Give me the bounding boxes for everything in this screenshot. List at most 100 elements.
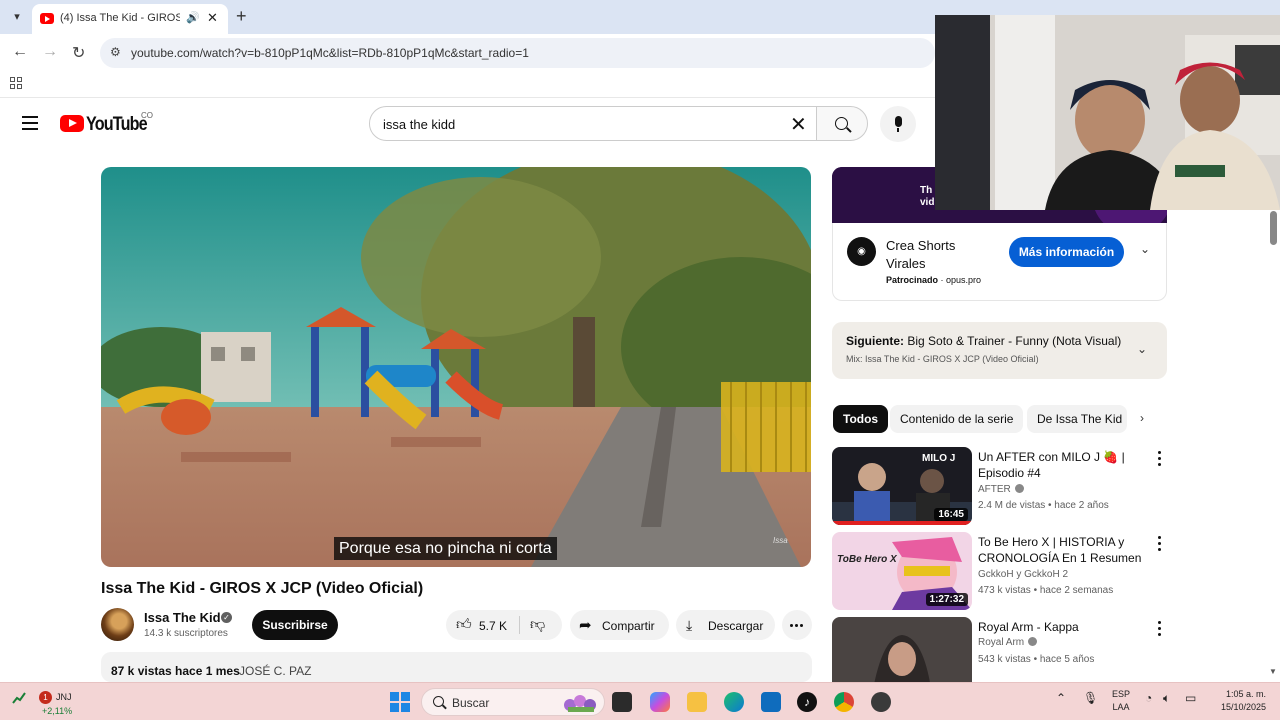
back-icon[interactable]: ←: [12, 43, 28, 61]
channel-name[interactable]: Issa The Kid: [144, 610, 221, 625]
next-label: Siguiente:: [846, 334, 905, 348]
ad-cta-button[interactable]: Más información: [1009, 237, 1124, 267]
subscriber-count: 14.3 k suscriptores: [144, 628, 228, 639]
search-icon: [835, 117, 848, 130]
language-indicator[interactable]: ESP LAA: [1112, 688, 1130, 714]
new-tab-icon[interactable]: +: [236, 6, 247, 27]
mic-icon[interactable]: 🎙︎: [1083, 691, 1098, 705]
chip-series[interactable]: Contenido de la serie: [890, 405, 1024, 433]
sponsored-label: Patrocinado: [886, 275, 939, 285]
ad-card[interactable]: ◉ Crea Shorts Virales Patrocinado · opus…: [832, 223, 1167, 301]
stock-widget[interactable]: 1 JNJ +2,11%: [12, 687, 82, 717]
scroll-down-icon[interactable]: ▼: [1269, 667, 1277, 676]
list-item[interactable]: MILO J 16:45 Un AFTER con MILO J 🍓 | Epi…: [832, 447, 1172, 525]
youtube-wordmark[interactable]: YouTube: [86, 114, 148, 136]
channel-avatar[interactable]: [101, 608, 134, 641]
task-view-icon[interactable]: [612, 692, 632, 712]
system-clock[interactable]: 1:05 a. m. 15/10/2025: [1212, 688, 1266, 714]
subscribe-button[interactable]: Suscribirse: [252, 610, 338, 640]
share-label: Compartir: [602, 619, 655, 633]
like-count[interactable]: 5.7 K: [479, 619, 507, 633]
webcam-image: [935, 15, 1280, 210]
more-icon[interactable]: [1158, 621, 1162, 639]
page-scrollbar[interactable]: ▲ ▼: [1268, 167, 1280, 682]
url-text[interactable]: youtube.com/watch?v=b-810pP1qMc&list=RDb…: [131, 46, 529, 60]
video-subtitle: Porque esa no pincha ni corta: [334, 537, 557, 560]
share-button[interactable]: ➦ Compartir: [570, 610, 669, 640]
video-thumbnail[interactable]: [832, 617, 972, 682]
app-icon[interactable]: [871, 692, 891, 712]
description-box[interactable]: 87 k vistas hace 1 mes JOSÉ C. PAZ: [101, 652, 812, 682]
search-value[interactable]: issa the kidd: [383, 117, 455, 132]
video-player[interactable]: Issa: [101, 167, 811, 567]
like-icon[interactable]: 👍︎: [456, 616, 472, 634]
clear-icon[interactable]: ✕: [790, 112, 807, 137]
voice-search-button[interactable]: [880, 106, 916, 142]
apps-icon[interactable]: [10, 77, 22, 89]
tune-icon[interactable]: ⚙: [110, 45, 121, 59]
close-icon[interactable]: ✕: [207, 10, 218, 26]
thumb-text: MILO J: [922, 453, 956, 464]
chip-todos[interactable]: Todos: [833, 405, 889, 433]
scrollbar-thumb[interactable]: [1270, 211, 1277, 245]
more-icon[interactable]: [1158, 451, 1162, 469]
more-icon[interactable]: [782, 610, 812, 640]
rec-channel[interactable]: Royal Arm: [978, 637, 1024, 648]
share-icon: ➦: [579, 617, 592, 634]
rec-channel[interactable]: GckkoH y GckkoH 2: [978, 569, 1068, 580]
volume-icon[interactable]: 🔈︎: [1163, 691, 1170, 706]
download-icon: ⤓: [686, 617, 693, 633]
menu-icon[interactable]: [22, 116, 38, 134]
list-item[interactable]: Royal Arm - Kappa Royal Arm 543 k vistas…: [832, 617, 1172, 682]
chrome-icon[interactable]: [834, 692, 854, 712]
lang-top: ESP: [1112, 689, 1131, 699]
windows-taskbar: 1 JNJ +2,11% Buscar ♪ ⌃ 🎙︎ ESP LAA ◔ 🔈︎ …: [0, 682, 1280, 720]
tab-title: (4) Issa The Kid - GIROS X JCP: [60, 12, 180, 24]
taskbar-search[interactable]: Buscar: [421, 688, 605, 716]
download-button[interactable]: ⤓ Descargar: [676, 610, 775, 640]
location-tag[interactable]: JOSÉ C. PAZ: [239, 664, 311, 678]
audio-icon[interactable]: 🔊: [186, 11, 200, 24]
rec-title[interactable]: Un AFTER con MILO J 🍓 | Episodio #4: [978, 449, 1146, 481]
rec-meta: 543 k vistas • hace 5 años: [978, 654, 1095, 665]
chevron-down-icon[interactable]: ⌄: [1137, 342, 1147, 356]
search-button[interactable]: [816, 106, 868, 141]
chevron-right-icon[interactable]: ›: [1140, 411, 1144, 425]
search-input[interactable]: issa the kidd ✕: [369, 106, 817, 141]
chevron-down-icon[interactable]: ⌄: [1140, 242, 1150, 256]
file-explorer-icon[interactable]: [687, 692, 707, 712]
ad-sponsor-line: Patrocinado · opus.pro: [886, 275, 982, 285]
edge-icon[interactable]: [724, 692, 744, 712]
video-thumbnail[interactable]: MILO J 16:45: [832, 447, 972, 525]
clock-date: 15/10/2025: [1220, 702, 1266, 712]
search-highlight-icon: [564, 695, 596, 712]
dislike-icon[interactable]: 👎︎: [530, 616, 545, 634]
battery-icon[interactable]: ▭: [1185, 691, 1196, 705]
notification-badge: 1: [39, 691, 52, 704]
download-label: Descargar: [708, 619, 764, 633]
outlook-icon[interactable]: [761, 692, 781, 712]
video-thumbnail[interactable]: ToBe Hero X 1:27:32: [832, 532, 972, 610]
copilot-icon[interactable]: [650, 692, 670, 712]
video-frame: [101, 167, 811, 567]
tiktok-icon[interactable]: ♪: [797, 692, 817, 712]
more-icon[interactable]: [1158, 536, 1162, 554]
browser-tab[interactable]: (4) Issa The Kid - GIROS X JCP 🔊 ✕: [32, 4, 228, 34]
windows-icon[interactable]: [390, 692, 410, 712]
forward-icon[interactable]: →: [42, 43, 58, 61]
address-bar[interactable]: ⚙ youtube.com/watch?v=b-810pP1qMc&list=R…: [100, 38, 935, 68]
chevron-up-icon[interactable]: ⌃: [1056, 691, 1066, 705]
tab-search-icon[interactable]: ▾: [8, 8, 26, 26]
mix-playlist-panel[interactable]: Siguiente: Big Soto & Trainer - Funny (N…: [832, 322, 1167, 379]
reload-icon[interactable]: ↻: [72, 43, 85, 63]
opus-logo-icon: ◉: [847, 237, 876, 266]
wifi-icon[interactable]: ◔: [1145, 691, 1152, 705]
list-item[interactable]: ToBe Hero X 1:27:32 To Be Hero X | HISTO…: [832, 532, 1172, 610]
rec-title[interactable]: To Be Hero X | HISTORIA y CRONOLOGÍA En …: [978, 534, 1146, 566]
chip-from-channel[interactable]: De Issa The Kid: [1027, 405, 1127, 433]
ad-title[interactable]: Crea Shorts Virales: [886, 237, 986, 273]
rec-channel[interactable]: AFTER: [978, 484, 1011, 495]
youtube-logo-icon[interactable]: [60, 115, 84, 132]
rec-title[interactable]: Royal Arm - Kappa: [978, 619, 1146, 635]
mix-title: Mix: Issa The Kid - GIROS X JCP (Video O…: [846, 354, 1039, 364]
